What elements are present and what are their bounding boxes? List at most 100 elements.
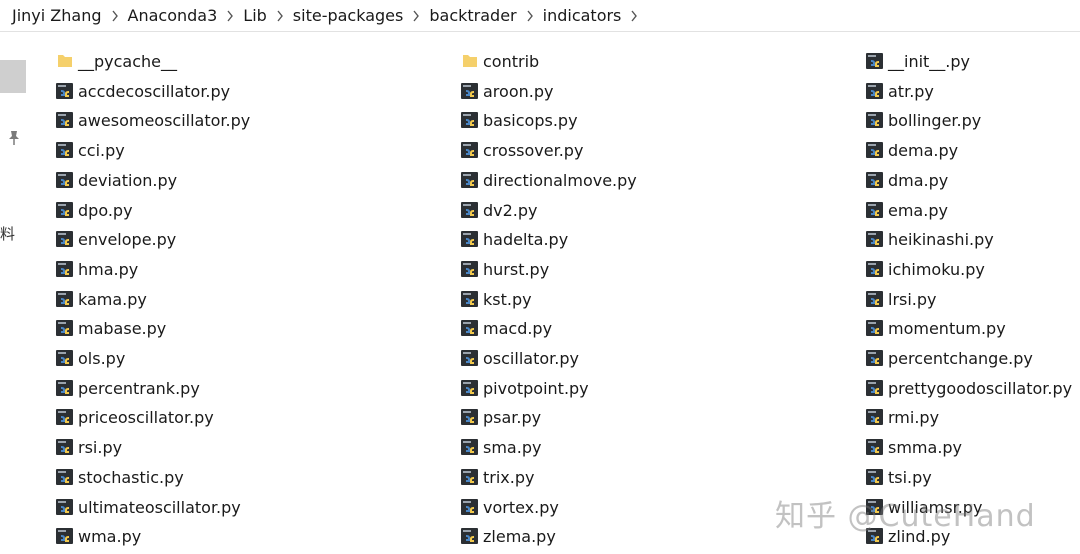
file-item[interactable]: cci.py xyxy=(55,138,125,162)
file-item[interactable]: pivotpoint.py xyxy=(460,376,589,400)
file-item[interactable]: hurst.py xyxy=(460,257,549,281)
file-name: bollinger.py xyxy=(888,110,982,130)
python-file-icon xyxy=(460,81,480,101)
file-list: __pycache__ accdecoscillator.py awesomeosc… xyxy=(0,0,1080,554)
file-name: ultimateoscillator.py xyxy=(78,497,241,517)
file-name: __init__.py xyxy=(888,51,971,71)
file-name: zlema.py xyxy=(483,526,556,546)
file-name: dema.py xyxy=(888,140,959,160)
file-item[interactable]: zlema.py xyxy=(460,524,556,548)
file-item[interactable]: oscillator.py xyxy=(460,346,579,370)
file-name: dma.py xyxy=(888,170,949,190)
file-item[interactable]: basicops.py xyxy=(460,108,578,132)
python-file-icon xyxy=(55,318,75,338)
python-file-icon xyxy=(55,259,75,279)
file-item[interactable]: kst.py xyxy=(460,287,532,311)
file-item[interactable]: accdecoscillator.py xyxy=(55,79,230,103)
file-name: cci.py xyxy=(78,140,125,160)
file-name: mabase.py xyxy=(78,318,167,338)
python-file-icon xyxy=(865,467,885,487)
file-item[interactable]: deviation.py xyxy=(55,168,177,192)
file-item[interactable]: aroon.py xyxy=(460,79,553,103)
file-item[interactable]: trix.py xyxy=(460,465,534,489)
file-item[interactable]: kama.py xyxy=(55,287,147,311)
folder-item[interactable]: contrib xyxy=(460,49,539,73)
file-item[interactable]: atr.py xyxy=(865,79,934,103)
file-item[interactable]: hma.py xyxy=(55,257,138,281)
file-name: vortex.py xyxy=(483,497,559,517)
file-name: smma.py xyxy=(888,437,963,457)
file-name: dv2.py xyxy=(483,200,538,220)
file-item[interactable]: dpo.py xyxy=(55,198,133,222)
file-item[interactable]: rsi.py xyxy=(55,435,122,459)
file-item[interactable]: percentrank.py xyxy=(55,376,200,400)
python-file-icon xyxy=(865,81,885,101)
python-file-icon xyxy=(865,289,885,309)
file-item[interactable]: ols.py xyxy=(55,346,125,370)
file-name: prettygoodoscillator.py xyxy=(888,378,1073,398)
file-item[interactable]: smma.py xyxy=(865,435,962,459)
file-name: aroon.py xyxy=(483,81,554,101)
file-item[interactable]: __init__.py xyxy=(865,49,970,73)
file-name: sma.py xyxy=(483,437,542,457)
file-name: deviation.py xyxy=(78,170,178,190)
python-file-icon xyxy=(460,318,480,338)
file-item[interactable]: ultimateoscillator.py xyxy=(55,495,241,519)
file-item[interactable]: wma.py xyxy=(55,524,141,548)
file-name: priceoscillator.py xyxy=(78,407,214,427)
file-item[interactable]: lrsi.py xyxy=(865,287,937,311)
python-file-icon xyxy=(55,289,75,309)
python-file-icon xyxy=(865,348,885,368)
python-file-icon xyxy=(460,497,480,517)
file-name: rmi.py xyxy=(888,407,940,427)
file-item[interactable]: bollinger.py xyxy=(865,108,981,132)
file-item[interactable]: envelope.py xyxy=(55,227,176,251)
file-name: accdecoscillator.py xyxy=(78,81,231,101)
python-file-icon xyxy=(865,140,885,160)
file-item[interactable]: macd.py xyxy=(460,316,552,340)
file-item[interactable]: percentchange.py xyxy=(865,346,1033,370)
file-item[interactable]: sma.py xyxy=(460,435,541,459)
file-item[interactable]: priceoscillator.py xyxy=(55,405,214,429)
file-item[interactable]: crossover.py xyxy=(460,138,583,162)
file-item[interactable]: directionalmove.py xyxy=(460,168,637,192)
file-item[interactable]: awesomeoscillator.py xyxy=(55,108,250,132)
python-file-icon xyxy=(460,437,480,457)
python-file-icon xyxy=(865,51,885,71)
python-file-icon xyxy=(865,407,885,427)
file-item[interactable]: mabase.py xyxy=(55,316,166,340)
folder-icon xyxy=(460,51,480,71)
file-item[interactable]: ichimoku.py xyxy=(865,257,985,281)
file-item[interactable]: dema.py xyxy=(865,138,958,162)
file-name: wma.py xyxy=(78,526,142,546)
python-file-icon xyxy=(865,200,885,220)
python-file-icon xyxy=(460,378,480,398)
file-item[interactable]: ema.py xyxy=(865,198,948,222)
file-item[interactable]: tsi.py xyxy=(865,465,932,489)
folder-item[interactable]: __pycache__ xyxy=(55,49,177,73)
python-file-icon xyxy=(55,526,75,546)
file-item[interactable]: heikinashi.py xyxy=(865,227,994,251)
file-item[interactable]: psar.py xyxy=(460,405,541,429)
file-item[interactable]: rmi.py xyxy=(865,405,939,429)
file-name: percentchange.py xyxy=(888,348,1033,368)
python-file-icon xyxy=(865,259,885,279)
python-file-icon xyxy=(460,110,480,130)
watermark: 知乎 @CuteHand xyxy=(775,499,1036,534)
file-name: envelope.py xyxy=(78,229,177,249)
file-item[interactable]: hadelta.py xyxy=(460,227,568,251)
python-file-icon xyxy=(865,229,885,249)
file-item[interactable]: dma.py xyxy=(865,168,948,192)
file-name: lrsi.py xyxy=(888,289,937,309)
python-file-icon xyxy=(55,348,75,368)
python-file-icon xyxy=(460,289,480,309)
file-item[interactable]: momentum.py xyxy=(865,316,1006,340)
file-item[interactable]: prettygoodoscillator.py xyxy=(865,376,1072,400)
file-item[interactable]: stochastic.py xyxy=(55,465,184,489)
file-name: rsi.py xyxy=(78,437,123,457)
file-item[interactable]: dv2.py xyxy=(460,198,538,222)
python-file-icon xyxy=(865,437,885,457)
file-name: oscillator.py xyxy=(483,348,579,368)
folder-icon xyxy=(55,51,75,71)
file-item[interactable]: vortex.py xyxy=(460,495,559,519)
